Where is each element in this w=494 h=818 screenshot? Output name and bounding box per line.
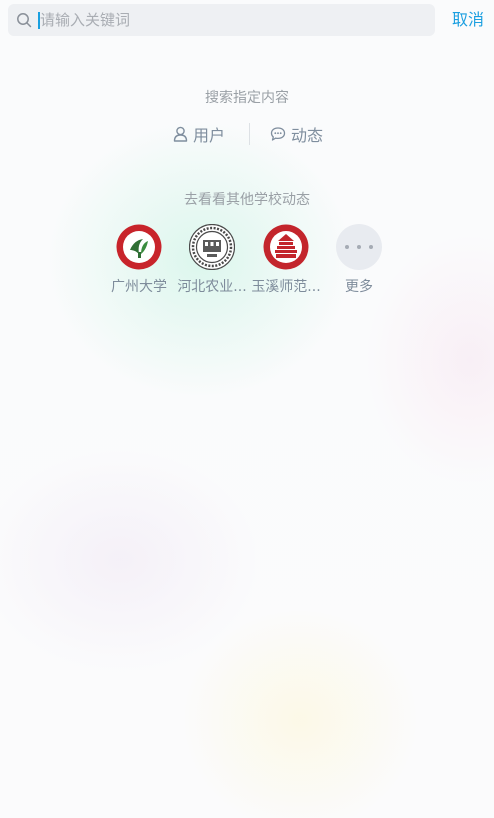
search-input[interactable] bbox=[40, 6, 420, 34]
school-name: 河北农业... bbox=[177, 279, 247, 295]
school-name: 玉溪师范... bbox=[251, 279, 321, 295]
filter-users-button[interactable]: 用户 bbox=[173, 123, 225, 145]
comment-icon bbox=[270, 127, 286, 141]
more-schools-label: 更多 bbox=[345, 279, 373, 295]
more-schools-button[interactable]: 更多 bbox=[322, 224, 396, 296]
schools-section-title: 去看看其他学校动态 bbox=[184, 192, 310, 208]
filter-divider bbox=[249, 123, 250, 145]
school-name: 广州大学 bbox=[111, 279, 167, 295]
search-icon bbox=[17, 13, 32, 28]
filter-posts-label: 动态 bbox=[291, 126, 324, 145]
school-logo bbox=[263, 224, 309, 270]
school-list: 广州大学 河北农业... 玉溪师范... 更多 bbox=[0, 223, 494, 304]
school-item[interactable]: 广州大学 bbox=[102, 224, 176, 296]
school-logo bbox=[116, 224, 162, 270]
school-item[interactable]: 玉溪师范... bbox=[249, 224, 323, 296]
school-item[interactable]: 河北农业... bbox=[175, 223, 249, 296]
filter-posts-button[interactable]: 动态 bbox=[270, 123, 323, 145]
filter-options: 用户 动态 bbox=[0, 123, 494, 145]
filter-section-title: 搜索指定内容 bbox=[205, 90, 289, 106]
cancel-button[interactable]: 取消 bbox=[452, 10, 484, 30]
user-icon bbox=[173, 126, 188, 142]
filter-users-label: 用户 bbox=[193, 126, 226, 145]
search-box[interactable] bbox=[8, 4, 435, 36]
search-bar: 取消 bbox=[0, 0, 494, 40]
more-icon bbox=[336, 224, 382, 270]
school-logo bbox=[188, 223, 236, 271]
